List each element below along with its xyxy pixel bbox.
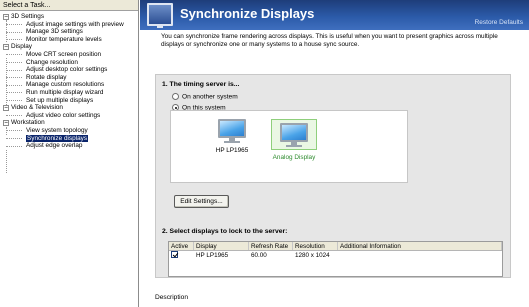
display-analog[interactable]: Analog Display — [271, 119, 317, 161]
monitor-logo-icon — [147, 3, 173, 28]
collapse-icon[interactable]: − — [3, 120, 9, 127]
tree-item-move-crt[interactable]: Move CRT screen position — [0, 51, 138, 59]
table-header: Active Display Refresh Rate Resolution A… — [169, 242, 502, 251]
table-row[interactable]: HP LP1965 60.00 1280 x 1024 — [169, 251, 502, 260]
tree-category-3d-settings[interactable]: −3D Settings — [0, 13, 138, 21]
tree-item-system-topology[interactable]: View system topology — [0, 127, 138, 135]
lock-displays-heading: 2. Select displays to lock to the server… — [162, 228, 288, 235]
cell-display: HP LP1965 — [196, 252, 229, 259]
column-refresh-rate[interactable]: Refresh Rate — [249, 242, 293, 250]
collapse-icon[interactable]: − — [3, 105, 9, 112]
intro-text: You can synchronize frame rendering acro… — [161, 33, 498, 48]
column-active[interactable]: Active — [169, 242, 194, 250]
page-banner: Synchronize Displays Restore Defaults — [140, 0, 529, 30]
collapse-icon[interactable]: − — [3, 44, 9, 51]
column-display[interactable]: Display — [194, 242, 249, 250]
cell-refresh-rate: 60.00 — [251, 252, 267, 259]
radio-on-another-system[interactable]: On another system — [172, 93, 238, 101]
cell-additional-info — [338, 251, 502, 260]
column-additional-info[interactable]: Additional Information — [338, 242, 502, 250]
task-tree: −3D Settings Adjust image settings with … — [0, 11, 138, 173]
tree-connector — [6, 150, 7, 173]
monitor-icon — [280, 123, 308, 147]
tree-category-video-television[interactable]: − Video & Television — [0, 104, 138, 112]
tree-category-workstation[interactable]: − Workstation — [0, 119, 138, 127]
tree-item-custom-resolutions[interactable]: Manage custom resolutions — [0, 81, 138, 89]
column-resolution[interactable]: Resolution — [293, 242, 338, 250]
tree-item-monitor-temperature[interactable]: Monitor temperature levels — [0, 36, 138, 44]
tree-item-multiple-display-wizard[interactable]: Run multiple display wizard — [0, 89, 138, 97]
tree-item-set-up-multiple-displays[interactable]: Set up multiple displays — [0, 97, 138, 105]
collapse-icon[interactable]: − — [3, 14, 9, 20]
content-area: Synchronize Displays Restore Defaults Yo… — [140, 0, 529, 307]
tree-item-synchronize-displays[interactable]: Synchronize displays — [0, 134, 138, 143]
tree-item-desktop-color[interactable]: Adjust desktop color settings — [0, 66, 138, 74]
page-title: Synchronize Displays — [180, 6, 315, 21]
settings-panel: 1. The timing server is... On another sy… — [155, 74, 511, 278]
edit-settings-button[interactable]: Edit Settings... — [174, 195, 229, 208]
display-label: Analog Display — [272, 154, 316, 161]
tree-item-edge-overlap[interactable]: Adjust edge overlap — [0, 142, 138, 150]
active-checkbox[interactable] — [171, 251, 178, 259]
display-hp-lp1965[interactable]: HP LP1965 — [209, 119, 255, 154]
monitor-icon — [218, 119, 246, 143]
radio-button-icon[interactable] — [172, 93, 179, 100]
display-picker: HP LP1965 Analog Display — [170, 110, 408, 183]
task-panel-header: Select a Task... — [0, 0, 138, 11]
cell-resolution: 1280 x 1024 — [295, 252, 330, 259]
restore-defaults-link[interactable]: Restore Defaults — [475, 19, 523, 26]
description-label: Description — [155, 294, 188, 301]
tree-item-rotate-display[interactable]: Rotate display — [0, 74, 138, 82]
tree-item-adjust-image-settings[interactable]: Adjust image settings with preview — [0, 21, 138, 29]
tree-item-video-color[interactable]: Adjust video color settings — [0, 112, 138, 120]
tree-category-display[interactable]: − Display — [0, 43, 138, 51]
timing-server-heading: 1. The timing server is... — [162, 81, 240, 88]
tree-item-change-resolution[interactable]: Change resolution — [0, 59, 138, 67]
display-label: HP LP1965 — [215, 147, 249, 154]
displays-table: Active Display Refresh Rate Resolution A… — [168, 241, 503, 277]
tree-item-manage-3d-settings[interactable]: Manage 3D settings — [0, 28, 138, 36]
task-panel: Select a Task... −3D Settings Adjust ima… — [0, 0, 139, 307]
